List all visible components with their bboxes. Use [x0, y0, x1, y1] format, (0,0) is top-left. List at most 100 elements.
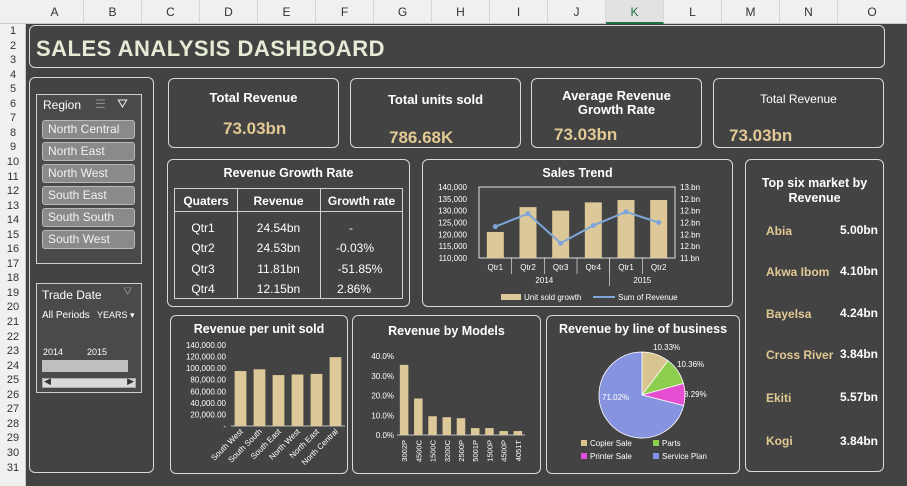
y-tick-label: 0.0% [376, 431, 394, 440]
line-point [590, 222, 596, 228]
scroll-left-icon[interactable]: ◀ [44, 376, 51, 387]
row-header-4[interactable]: 4 [0, 68, 26, 83]
column-header-e[interactable]: E [258, 0, 316, 24]
bar [428, 416, 437, 435]
row-header-18[interactable]: 18 [0, 271, 26, 286]
row-header-2[interactable]: 2 [0, 39, 26, 54]
column-header-a[interactable]: A [26, 0, 84, 24]
column-header-o[interactable]: O [838, 0, 907, 24]
row-header-28[interactable]: 28 [0, 417, 26, 432]
region-item-north-central[interactable]: North Central [42, 120, 135, 139]
timeline-year-2015: 2015 [87, 347, 108, 357]
region-slicer[interactable]: Region ☰ ⛛ North Central North East Nort… [36, 94, 142, 264]
region-item-south-east[interactable]: South East [42, 186, 135, 205]
row-header-25[interactable]: 25 [0, 373, 26, 388]
row-header-10[interactable]: 10 [0, 155, 26, 170]
x-tick-label: 4051T [514, 440, 523, 462]
revenue-by-lob-panel: Revenue by line of business 10.33% 10.36%… [546, 315, 740, 474]
table-cell: 11.81bn [257, 262, 300, 276]
region-item-south-south[interactable]: South South [42, 208, 135, 227]
row-header-29[interactable]: 29 [0, 431, 26, 446]
column-header-k[interactable]: K [606, 0, 664, 24]
row-header-13[interactable]: 13 [0, 199, 26, 214]
row-header-15[interactable]: 15 [0, 228, 26, 243]
column-header-h[interactable]: H [432, 0, 490, 24]
timeline-bar[interactable] [42, 360, 128, 372]
column-header-d[interactable]: D [200, 0, 258, 24]
table-cell: 24.54bn [256, 221, 301, 235]
top-markets-panel: Top six market by Revenue Abia 5.00bn Ak… [745, 159, 884, 472]
row-header-8[interactable]: 8 [0, 126, 26, 141]
row-header-14[interactable]: 14 [0, 213, 26, 228]
row-header-24[interactable]: 24 [0, 359, 26, 374]
row-header-9[interactable]: 9 [0, 140, 26, 155]
row-header-11[interactable]: 11 [0, 170, 26, 185]
row-header-20[interactable]: 20 [0, 300, 26, 315]
x-tick-label: Qtr3 [553, 263, 569, 272]
x-tick-label: 1500P [485, 440, 494, 462]
row-header-16[interactable]: 16 [0, 242, 26, 257]
timeline-scrollbar[interactable]: ◀ ▶ [42, 376, 136, 388]
pie-data-label: 71.02% [602, 393, 629, 402]
column-header-c[interactable]: C [142, 0, 200, 24]
date-unit-select[interactable]: YEARS ▾ [97, 310, 135, 321]
y-tick-label: 10.0% [371, 411, 394, 420]
panel-title: Revenue Growth Rate [223, 166, 354, 180]
column-header-n[interactable]: N [780, 0, 838, 24]
row-header-12[interactable]: 12 [0, 184, 26, 199]
multi-select-icon[interactable]: ☰ [95, 97, 106, 111]
market-name: Bayelsa [766, 307, 812, 321]
row-header-27[interactable]: 27 [0, 402, 26, 417]
column-header-l[interactable]: L [664, 0, 722, 24]
row-header-19[interactable]: 19 [0, 286, 26, 301]
row-header-30[interactable]: 30 [0, 446, 26, 461]
legend-label: Unit sold growth [524, 293, 581, 302]
bar [399, 364, 409, 435]
y-tick-label: 135,000 [438, 195, 467, 204]
row-header-1[interactable]: 1 [0, 24, 26, 39]
kpi-card-units-sold: Total units sold 786.68K [350, 78, 521, 148]
scroll-right-icon[interactable]: ▶ [127, 376, 134, 387]
column-header-m[interactable]: M [722, 0, 780, 24]
chevron-down-icon: ▾ [130, 310, 135, 320]
x-tick-label: 3200C [443, 439, 452, 462]
row-header-7[interactable]: 7 [0, 111, 26, 126]
clear-filter-icon[interactable]: ⛛ [123, 286, 132, 299]
row-header-23[interactable]: 23 [0, 344, 26, 359]
date-slicer[interactable]: Trade Date ⛛ All Periods YEARS ▾ 2014 20… [36, 283, 142, 393]
x-tick-label: 5001P [471, 440, 480, 462]
region-item-north-west[interactable]: North West [42, 164, 135, 183]
clear-filter-icon[interactable]: ⛛ [117, 96, 128, 112]
line-point [656, 220, 662, 225]
row-header-3[interactable]: 3 [0, 53, 26, 68]
row-header-6[interactable]: 6 [0, 97, 26, 112]
legend-swatch [581, 440, 587, 446]
column-header-i[interactable]: I [490, 0, 548, 24]
row-header-5[interactable]: 5 [0, 82, 26, 97]
kpi-value: 786.68K [389, 128, 454, 147]
y-tick-label: 120,000 [438, 230, 467, 239]
column-header-g[interactable]: G [374, 0, 432, 24]
column-header-j[interactable]: J [548, 0, 606, 24]
row-header-17[interactable]: 17 [0, 257, 26, 272]
table-cell: Qtr3 [191, 262, 215, 276]
market-name: Akwa Ibom [766, 265, 830, 279]
market-name: Cross River [766, 348, 834, 362]
market-value: 3.84bn [840, 347, 879, 361]
row-header-22[interactable]: 22 [0, 330, 26, 345]
region-item-south-west[interactable]: South West [42, 230, 135, 249]
region-item-north-east[interactable]: North East [42, 142, 135, 161]
y-tick-label-right: 12.bn [680, 230, 700, 239]
row-header-26[interactable]: 26 [0, 388, 26, 403]
column-header-b[interactable]: B [84, 0, 142, 24]
column-header-f[interactable]: F [316, 0, 374, 24]
y-tick-label: 140,000 [438, 183, 467, 192]
legend-label: Copier Sale [590, 439, 632, 448]
legend-swatch [501, 294, 521, 300]
table-cell: Qtr4 [191, 282, 215, 296]
market-value: 5.57bn [840, 390, 879, 404]
line-point [492, 224, 498, 230]
row-header-21[interactable]: 21 [0, 315, 26, 330]
row-header-31[interactable]: 31 [0, 461, 26, 476]
kpi-card-avg-growth: Average Revenue Growth Rate 73.03bn [531, 78, 702, 148]
